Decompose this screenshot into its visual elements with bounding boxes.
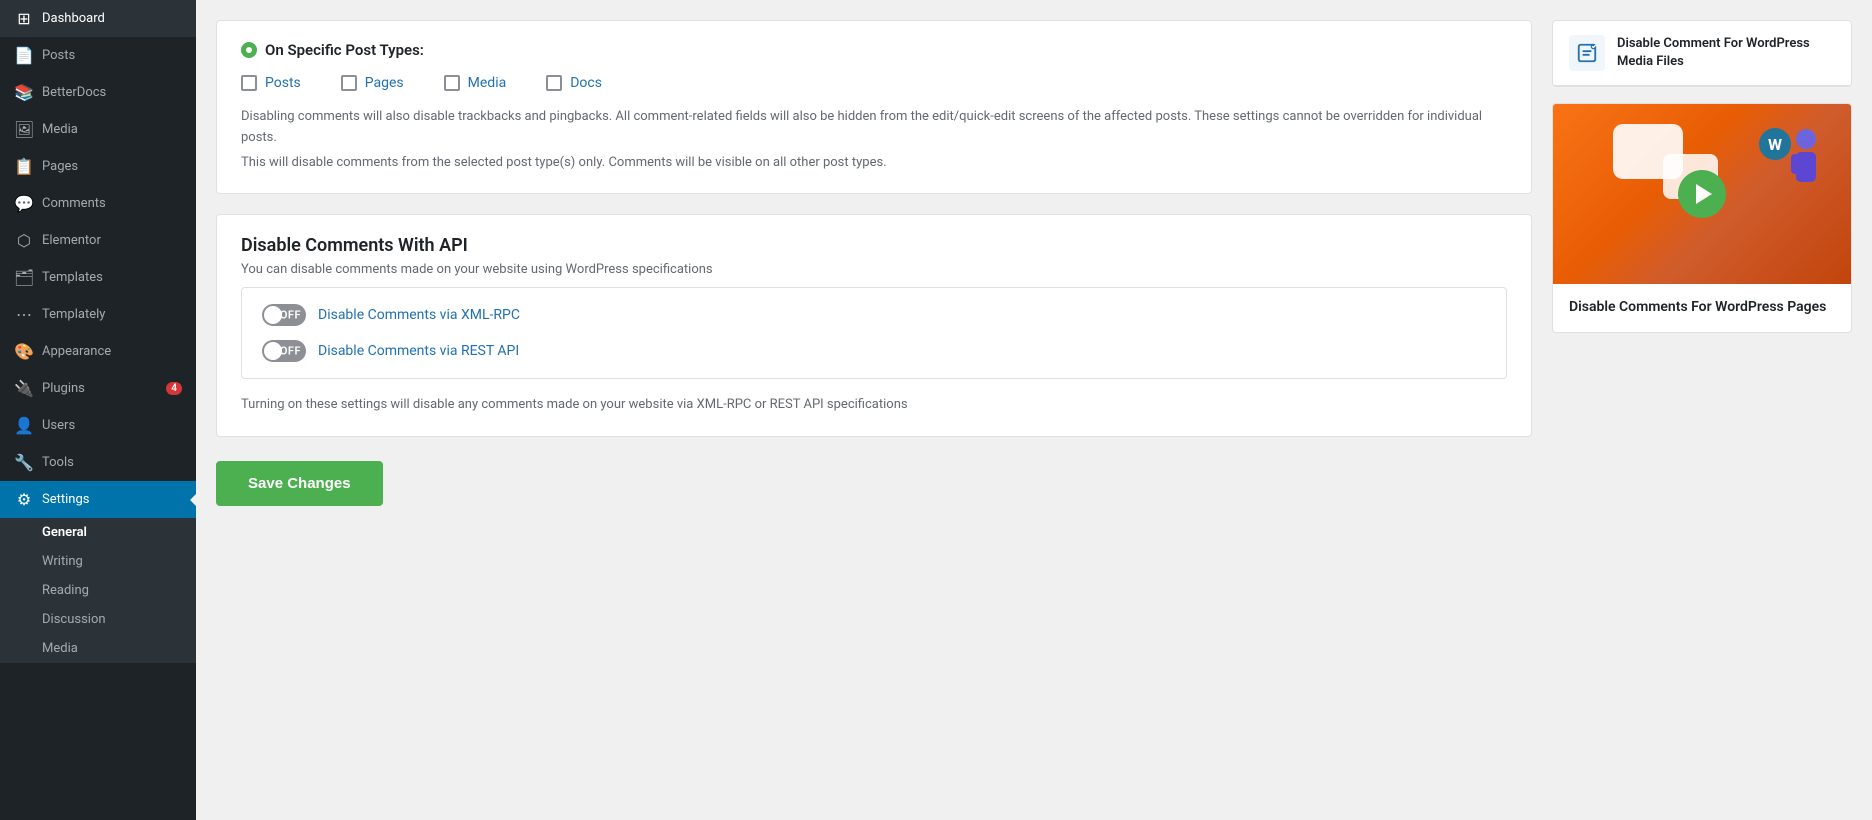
checkbox-pages[interactable]: Pages bbox=[341, 75, 404, 91]
settings-submenu: General Writing Reading Discussion Media bbox=[0, 518, 196, 663]
sidebar-item-comments[interactable]: 💬 Comments bbox=[0, 185, 196, 222]
post-types-info-line1: Disabling comments will also disable tra… bbox=[241, 107, 1507, 149]
sidebar-item-tools[interactable]: 🔧 Tools bbox=[0, 444, 196, 481]
sidebar-item-betterdocs[interactable]: 📚 BetterDocs bbox=[0, 74, 196, 111]
api-section: Disable Comments With API You can disabl… bbox=[216, 214, 1532, 437]
save-changes-button[interactable]: Save Changes bbox=[216, 461, 383, 506]
promo-card-title: Disable Comment For WordPress Media File… bbox=[1617, 35, 1835, 71]
api-section-header: Disable Comments With API You can disabl… bbox=[217, 215, 1531, 287]
plugins-badge: 4 bbox=[166, 382, 182, 395]
sidebar-item-media[interactable]: 🖼 Media bbox=[0, 111, 196, 148]
submenu-reading[interactable]: Reading bbox=[0, 576, 196, 605]
sidebar-item-label: Pages bbox=[42, 159, 78, 174]
promo-card-icon bbox=[1569, 35, 1605, 71]
promo-card-header: Disable Comment For WordPress Media File… bbox=[1553, 21, 1851, 86]
sidebar-item-label: Tools bbox=[42, 455, 74, 470]
comments-icon: 💬 bbox=[14, 194, 34, 213]
users-icon: 👤 bbox=[14, 416, 34, 435]
submenu-writing[interactable]: Writing bbox=[0, 547, 196, 576]
sidebar-item-label: Elementor bbox=[42, 233, 101, 248]
plugins-icon: 🔌 bbox=[14, 379, 34, 398]
toggle-rest-api-label: Disable Comments via REST API bbox=[318, 343, 519, 359]
sidebar-item-settings[interactable]: ⚙ Settings bbox=[0, 481, 196, 518]
post-types-card: On Specific Post Types: Posts Pages Medi… bbox=[216, 20, 1532, 194]
promo-card-media: Disable Comment For WordPress Media File… bbox=[1552, 20, 1852, 87]
checkbox-pages-box[interactable] bbox=[341, 75, 357, 91]
checkbox-posts-box[interactable] bbox=[241, 75, 257, 91]
checkbox-pages-label: Pages bbox=[365, 75, 404, 91]
checkbox-docs-box[interactable] bbox=[546, 75, 562, 91]
checkbox-docs[interactable]: Docs bbox=[546, 75, 602, 91]
submenu-general[interactable]: General bbox=[0, 518, 196, 547]
sidebar-item-posts[interactable]: 📄 Posts bbox=[0, 37, 196, 74]
toggle-xml-rpc-label: Disable Comments via XML-RPC bbox=[318, 307, 520, 323]
checkbox-posts[interactable]: Posts bbox=[241, 75, 301, 91]
api-footer-text: Turning on these settings will disable a… bbox=[217, 395, 1531, 436]
right-sidebar: Disable Comment For WordPress Media File… bbox=[1552, 20, 1852, 800]
sidebar-item-label: Templates bbox=[42, 270, 103, 285]
api-section-description: You can disable comments made on your we… bbox=[241, 262, 1507, 277]
elementor-icon: ⬡ bbox=[14, 231, 34, 250]
toggle-xml-rpc-state: OFF bbox=[280, 309, 301, 322]
save-section: Save Changes bbox=[216, 457, 1532, 510]
sidebar-item-label: Settings bbox=[42, 492, 89, 507]
video-thumbnail[interactable]: W bbox=[1553, 104, 1851, 284]
sidebar-item-label: Templately bbox=[42, 307, 105, 322]
sidebar-item-label: Comments bbox=[42, 196, 106, 211]
appearance-icon: 🎨 bbox=[14, 342, 34, 361]
tools-icon: 🔧 bbox=[14, 453, 34, 472]
posts-icon: 📄 bbox=[14, 46, 34, 65]
radio-specific-post-types[interactable] bbox=[241, 42, 257, 58]
sidebar-item-label: Plugins bbox=[42, 381, 85, 396]
sidebar-item-label: Users bbox=[42, 418, 75, 433]
checkbox-media-box[interactable] bbox=[444, 75, 460, 91]
dashboard-icon: ⊞ bbox=[14, 9, 34, 28]
submenu-discussion[interactable]: Discussion bbox=[0, 605, 196, 634]
checkbox-docs-label: Docs bbox=[570, 75, 602, 91]
toggle-rest-api: OFF Disable Comments via REST API bbox=[262, 340, 1486, 362]
toggle-rest-api-switch[interactable]: OFF bbox=[262, 340, 306, 362]
post-types-info-line2: This will disable comments from the sele… bbox=[241, 153, 1507, 174]
main-content: On Specific Post Types: Posts Pages Medi… bbox=[196, 0, 1872, 820]
sidebar-item-appearance[interactable]: 🎨 Appearance bbox=[0, 333, 196, 370]
content-area: On Specific Post Types: Posts Pages Medi… bbox=[216, 20, 1532, 800]
toggle-rest-api-state: OFF bbox=[280, 345, 301, 358]
checkbox-posts-label: Posts bbox=[265, 75, 301, 91]
betterdocs-icon: 📚 bbox=[14, 83, 34, 102]
api-toggle-area: OFF Disable Comments via XML-RPC OFF Dis… bbox=[241, 287, 1507, 379]
api-section-title: Disable Comments With API bbox=[241, 235, 1507, 256]
templately-icon: ⋯ bbox=[14, 305, 34, 324]
media-icon: 🖼 bbox=[14, 120, 34, 139]
templates-icon: 🗂 bbox=[14, 268, 34, 287]
sidebar-item-label: Dashboard bbox=[42, 11, 105, 26]
post-types-checkboxes: Posts Pages Media Docs bbox=[241, 75, 1507, 91]
post-types-heading: On Specific Post Types: bbox=[265, 41, 424, 59]
pages-icon: 📋 bbox=[14, 157, 34, 176]
toggle-xml-rpc: OFF Disable Comments via XML-RPC bbox=[262, 304, 1486, 326]
submenu-media[interactable]: Media bbox=[0, 634, 196, 663]
sidebar-item-elementor[interactable]: ⬡ Elementor bbox=[0, 222, 196, 259]
post-types-radio-row: On Specific Post Types: bbox=[241, 41, 1507, 59]
video-card-title: Disable Comments For WordPress Pages bbox=[1569, 298, 1835, 318]
sidebar-item-pages[interactable]: 📋 Pages bbox=[0, 148, 196, 185]
sidebar-item-label: Media bbox=[42, 122, 78, 137]
sidebar-item-label: Posts bbox=[42, 48, 75, 63]
checkbox-media-label: Media bbox=[468, 75, 507, 91]
settings-icon: ⚙ bbox=[14, 490, 34, 509]
sidebar-item-dashboard[interactable]: ⊞ Dashboard bbox=[0, 0, 196, 37]
sidebar-item-users[interactable]: 👤 Users bbox=[0, 407, 196, 444]
toggle-xml-rpc-switch[interactable]: OFF bbox=[262, 304, 306, 326]
sidebar-item-label: Appearance bbox=[42, 344, 111, 359]
checkbox-media[interactable]: Media bbox=[444, 75, 507, 91]
post-types-info: Disabling comments will also disable tra… bbox=[241, 107, 1507, 173]
video-card-pages: W Disable Comments For WordPress Pages bbox=[1552, 103, 1852, 333]
video-card-body: Disable Comments For WordPress Pages bbox=[1553, 284, 1851, 332]
sidebar-item-plugins[interactable]: 🔌 Plugins 4 bbox=[0, 370, 196, 407]
sidebar-item-label: BetterDocs bbox=[42, 85, 106, 100]
sidebar: ⊞ Dashboard 📄 Posts 📚 BetterDocs 🖼 Media… bbox=[0, 0, 196, 820]
sidebar-item-templates[interactable]: 🗂 Templates bbox=[0, 259, 196, 296]
sidebar-item-templately[interactable]: ⋯ Templately bbox=[0, 296, 196, 333]
